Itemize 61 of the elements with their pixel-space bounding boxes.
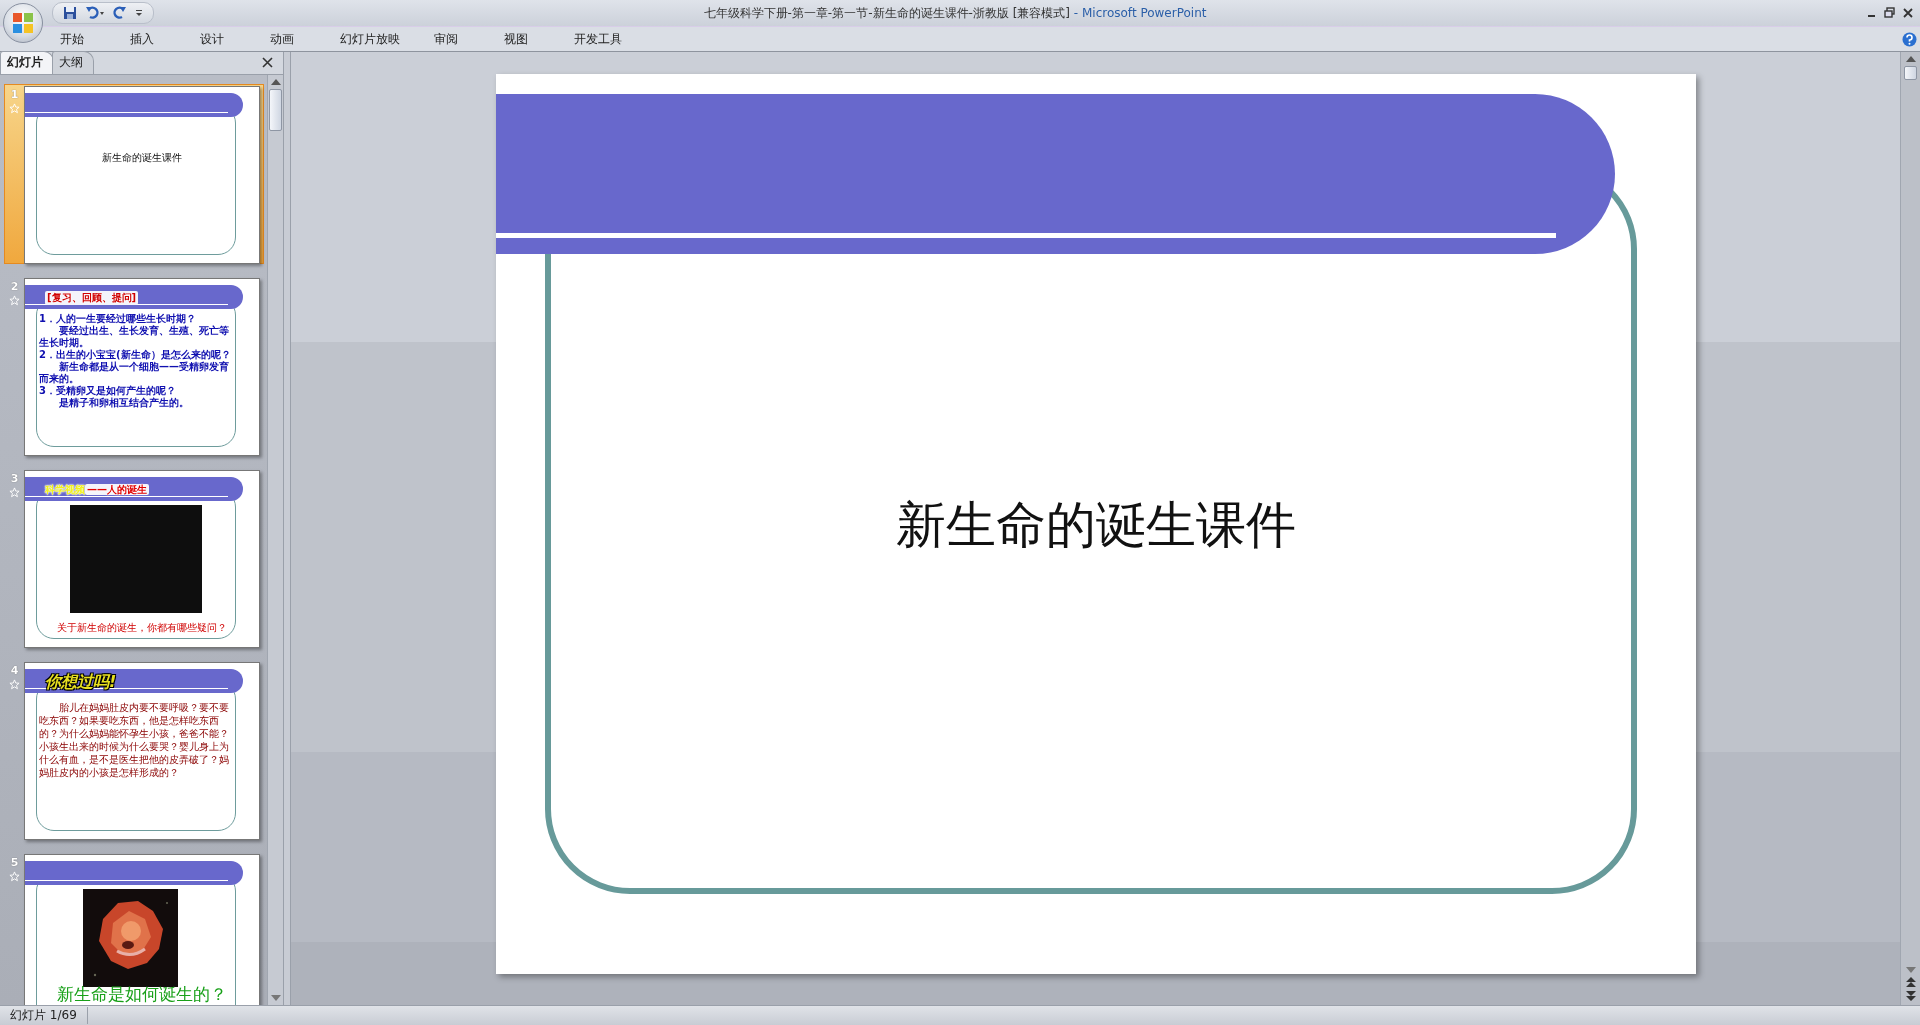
slide-caption: 新生命是如何诞生的？ — [56, 983, 228, 1005]
slide-number: 5 — [10, 856, 19, 869]
heading-part: 科学视频 — [45, 484, 85, 495]
slide-caption: 关于新生命的诞生，你都有哪些疑问？ — [56, 621, 228, 635]
scroll-up-icon[interactable] — [1905, 56, 1916, 62]
ribbon-tab[interactable]: 审阅 — [434, 30, 488, 48]
slide-counter: 幻灯片 1/69 — [0, 1007, 88, 1024]
slide-list-item[interactable]: 1 新生命的诞生课件 — [4, 84, 264, 264]
animation-star-icon — [9, 295, 20, 306]
slide-number: 2 — [10, 280, 19, 293]
window-title: 七年级科学下册-第一章-第一节-新生命的诞生课件-浙教版 [兼容模式] — [703, 5, 1070, 20]
slide-list-item[interactable]: 2 [复习、回顾、提问] 1．人的一生要经过哪些生长时期？ 要经过出生、生长发育、生殖、死亡等生长时期。 2．出生的小宝宝(新生命）是怎么来的呢？ 新生命都是从一个细胞——受精卵发育而来的。 3．受精卵又是如何产生的呢？ 是精子和卵相互结合产生的。 — [4, 276, 264, 456]
slide-list-item[interactable]: 3 科学视频 ——人的诞生 关于新生命的诞生，你都有哪些疑问？ — [4, 468, 264, 648]
pane-tab[interactable]: 大纲 — [52, 51, 94, 74]
customize-dropdown-icon[interactable] — [135, 9, 143, 17]
logo-icon — [10, 10, 36, 36]
animation-star-icon — [9, 871, 20, 882]
scroll-up-icon[interactable] — [270, 79, 281, 85]
animation-star-icon — [9, 487, 20, 498]
heading-part: ——人的诞生 — [85, 484, 149, 495]
list-line: 新生命都是从一个细胞——受精卵发育而来的。 — [39, 361, 230, 385]
next-slide-icon[interactable] — [1905, 991, 1916, 1001]
office-button[interactable] — [3, 3, 43, 43]
slide-list-item[interactable]: 4 你想过吗! 胎儿在妈妈肚皮内要不要呼吸？要不要吃东西？如果要吃东西，他是怎样吃东西的？为什么妈妈能怀孕生小孩，爸爸不能？小孩生出来的时候为什么要哭？婴儿身上为什么有血，是不是医生把他的皮弄破了？妈妈肚皮内的小孩是怎样形成的？ — [4, 660, 264, 840]
close-icon[interactable] — [1902, 7, 1914, 19]
animation-star-icon — [9, 103, 20, 114]
restore-icon[interactable] — [1884, 7, 1896, 19]
ribbon-tab[interactable]: 幻灯片放映 — [340, 30, 418, 48]
slide-heading: 你想过吗! — [45, 672, 117, 693]
slide-heading: [复习、回顾、提问] — [45, 291, 139, 305]
slide-paragraph: 胎儿在妈妈肚皮内要不要呼吸？要不要吃东西？如果要吃东西，他是怎样吃东西的？为什么妈妈能怀孕生小孩，爸爸不能？小孩生出来的时候为什么要哭？婴儿身上为什么有血，是不是医生把他的皮弄破了？妈妈肚皮内的小孩是怎样形成的？ — [39, 701, 230, 779]
list-line: 1．人的一生要经过哪些生长时期？ — [39, 313, 197, 325]
vertical-scrollbar[interactable] — [1900, 52, 1920, 1005]
ribbon-tab[interactable]: 设计 — [200, 30, 254, 48]
slide-number: 4 — [10, 664, 19, 677]
animation-star-icon — [9, 679, 20, 690]
list-line: 2．出生的小宝宝(新生命）是怎么来的呢？ — [39, 349, 231, 361]
scroll-thumb[interactable] — [269, 89, 282, 131]
vertical-scrollbar[interactable] — [267, 75, 283, 1005]
close-icon[interactable] — [262, 57, 273, 68]
slide-title: 新生命的诞生课件 — [101, 151, 183, 165]
pane-tab[interactable]: 幻灯片 — [0, 51, 54, 74]
list-line: 3．受精卵又是如何产生的呢？ — [39, 385, 177, 397]
ribbon-tab[interactable]: 开发工具 — [574, 30, 640, 48]
slide-title: 新生命的诞生课件 — [894, 495, 1297, 556]
list-line: 是精子和卵相互结合产生的。 — [58, 397, 190, 409]
list-line: 要经过出生、生长发育、生殖、死亡等生长时期。 — [39, 325, 230, 349]
app-name: - Microsoft PowerPoint — [1072, 5, 1207, 20]
ribbon-tab[interactable]: 动画 — [270, 30, 324, 48]
scroll-down-icon[interactable] — [270, 995, 281, 1001]
ribbon-tab[interactable]: 视图 — [504, 30, 558, 48]
slide-number: 1 — [10, 88, 19, 101]
previous-slide-icon[interactable] — [1905, 977, 1916, 987]
slide-number: 3 — [10, 472, 19, 485]
help-icon[interactable] — [1902, 31, 1917, 47]
save-icon[interactable] — [63, 6, 77, 20]
ribbon-tab[interactable]: 插入 — [130, 30, 184, 48]
undo-icon[interactable] — [85, 6, 105, 20]
scroll-thumb[interactable] — [1904, 66, 1917, 80]
redo-icon[interactable] — [113, 6, 127, 20]
ribbon-tab[interactable]: 开始 — [60, 30, 114, 48]
